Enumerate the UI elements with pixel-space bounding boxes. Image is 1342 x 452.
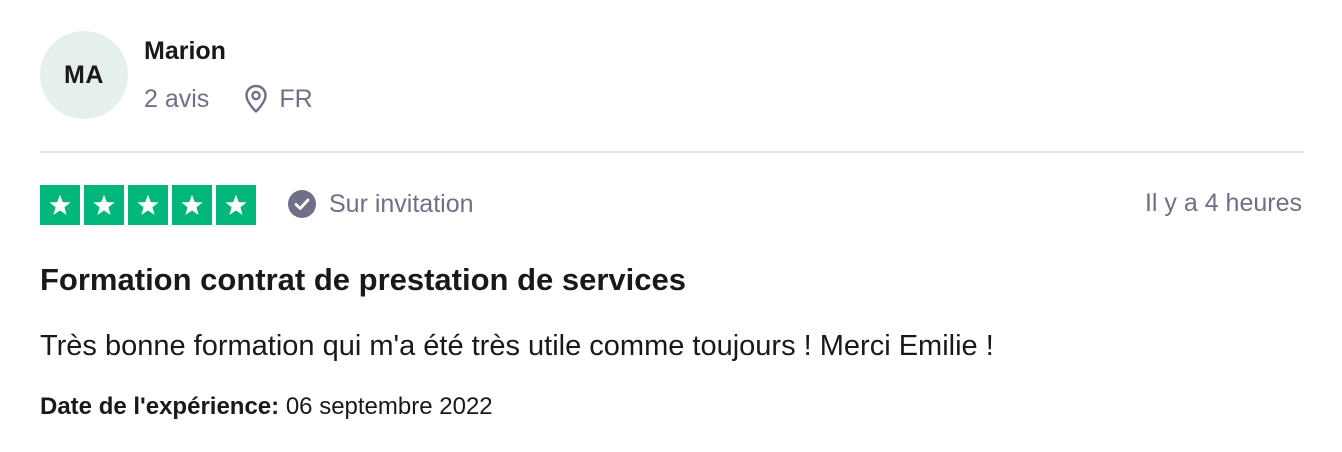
- review-card: MA Marion 2 avis FR Sur invitation Il y …: [0, 0, 1342, 452]
- experience-date-value: 06 septembre 2022: [285, 393, 493, 420]
- reviewer-country: FR: [279, 84, 313, 113]
- star-icon: [40, 185, 80, 225]
- star-rating: [40, 185, 256, 225]
- reviewer-name[interactable]: Marion: [144, 37, 226, 66]
- reviews-count: 2 avis: [144, 84, 210, 113]
- avatar-initials: MA: [64, 60, 104, 89]
- review-text: Très bonne formation qui m'a été très ut…: [40, 330, 994, 362]
- divider: [40, 151, 1304, 153]
- review-posted-time: Il y a 4 heures: [1144, 189, 1302, 217]
- verification-badge[interactable]: Sur invitation: [287, 189, 474, 219]
- experience-date-label: Date de l'expérience:: [40, 393, 280, 420]
- review-title[interactable]: Formation contrat de prestation de servi…: [40, 262, 686, 298]
- location-pin-icon: [243, 84, 269, 114]
- reviewer-meta: 2 avis FR: [144, 84, 313, 114]
- star-icon: [216, 185, 256, 225]
- avatar[interactable]: MA: [40, 31, 128, 119]
- star-icon: [84, 185, 124, 225]
- check-circle-icon: [287, 189, 317, 219]
- star-icon: [128, 185, 168, 225]
- verification-label: Sur invitation: [329, 189, 474, 218]
- experience-date: Date de l'expérience: 06 septembre 2022: [40, 393, 493, 421]
- star-icon: [172, 185, 212, 225]
